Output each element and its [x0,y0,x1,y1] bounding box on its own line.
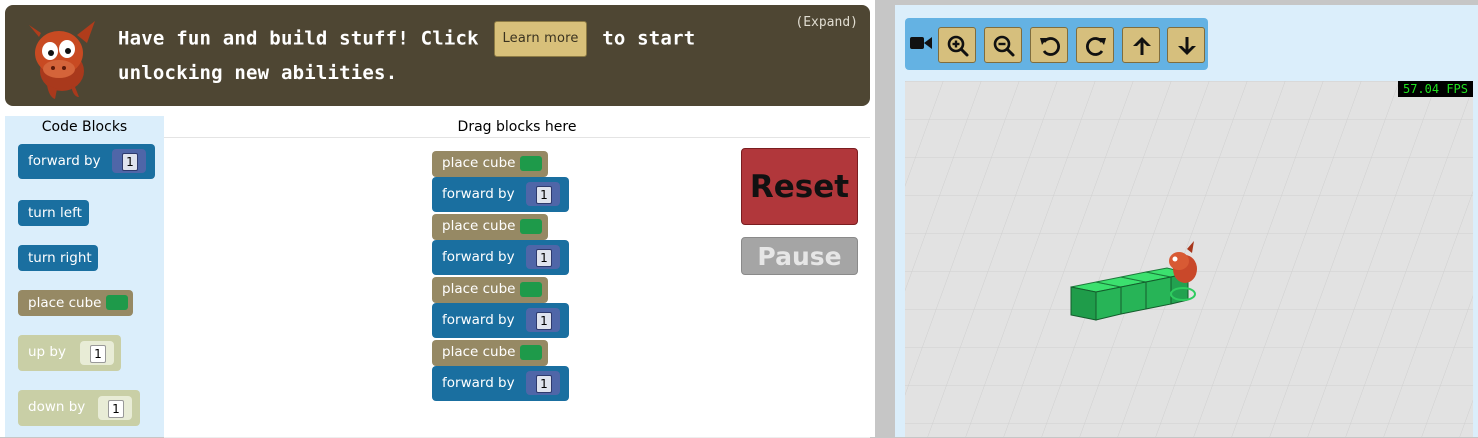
code-blocks-toolbox: Code Blocks forward by 1 turn left turn … [5,116,164,437]
zoom-in-icon [947,35,969,57]
program-forward-by-block[interactable]: forward by 1 [432,303,569,338]
fps-counter: 57.04 FPS [1397,81,1473,97]
tip-banner: Have fun and build stuff! Click Learn mo… [5,5,870,106]
arrow-down-icon [1178,37,1196,55]
scene-panel: 57.04 FPS [895,5,1478,437]
number-socket: 1 [526,371,560,395]
toolbox-turn-right-block[interactable]: turn right [18,245,98,271]
toolbox-down-by-block-disabled: down by 1 [18,390,140,426]
program-place-cube-block[interactable]: place cube [432,277,548,303]
number-input[interactable]: 1 [122,153,138,171]
number-input: 1 [90,345,106,363]
block-label: forward by [442,186,515,202]
move-down-button[interactable] [1167,27,1205,63]
arrow-up-icon [1133,37,1151,55]
rotate-left-icon [1040,37,1061,56]
zoom-in-button[interactable] [938,27,976,63]
number-socket: 1 [526,245,560,269]
number-socket: 1 [98,396,132,420]
rotate-left-button[interactable] [1030,27,1068,63]
number-socket: 1 [526,182,560,206]
cube-color-swatch[interactable] [520,282,542,297]
number-input[interactable]: 1 [536,249,552,267]
toolbox-turn-left-block[interactable]: turn left [18,200,89,226]
cube-row [1070,241,1197,321]
rotate-right-button[interactable] [1076,27,1114,63]
number-input: 1 [108,400,124,418]
number-socket: 1 [526,308,560,332]
banner-message: Have fun and build stuff! Click Learn mo… [118,21,808,89]
block-label: place cube [442,344,516,360]
number-input[interactable]: 1 [536,375,552,393]
banner-text-before: Have fun and build stuff! Click [118,27,479,50]
expand-link[interactable]: (Expand) [795,15,858,30]
learn-more-button[interactable]: Learn more [494,21,587,57]
program-forward-by-block[interactable]: forward by 1 [432,177,569,212]
toolbox-title: Code Blocks [41,119,128,135]
program-forward-by-block[interactable]: forward by 1 [432,366,569,401]
cube-color-swatch[interactable] [520,345,542,360]
cube-color-swatch[interactable] [106,295,128,310]
block-label: place cube [442,281,516,297]
block-label: down by [28,399,86,415]
rotate-right-icon [1085,37,1106,56]
cube-color-swatch[interactable] [520,156,542,171]
number-input[interactable]: 1 [536,186,552,204]
block-label: forward by [442,312,515,328]
zoom-out-button[interactable] [984,27,1022,63]
zoom-out-icon [993,35,1015,57]
toolbox-up-by-block-disabled: up by 1 [18,335,121,371]
program-place-cube-block[interactable]: place cube [432,340,548,366]
video-camera-icon [910,37,932,49]
cube-color-swatch[interactable] [520,219,542,234]
block-label: forward by [28,153,101,169]
move-up-button[interactable] [1122,27,1160,63]
toolbox-forward-by-block[interactable]: forward by 1 [18,144,155,179]
block-label: turn right [28,250,92,266]
workspace-title: Drag blocks here [164,119,870,138]
block-label: place cube [442,218,516,234]
number-socket: 1 [112,149,146,173]
pause-button[interactable]: Pause [741,237,858,275]
number-socket: 1 [80,341,114,365]
block-label: place cube [28,295,102,311]
left-panel: Have fun and build stuff! Click Learn mo… [0,0,875,438]
program-place-cube-block[interactable]: place cube [432,151,548,177]
block-label: place cube [442,155,516,171]
block-label: forward by [442,249,515,265]
block-label: turn left [28,205,82,221]
camera-toolbar [905,18,1208,70]
program-forward-by-block[interactable]: forward by 1 [432,240,569,275]
reset-button[interactable]: Reset [741,148,858,225]
3d-viewport[interactable]: 57.04 FPS [905,81,1473,437]
number-input[interactable]: 1 [536,312,552,330]
block-label: forward by [442,375,515,391]
block-label: up by [28,344,66,360]
toolbox-place-cube-block[interactable]: place cube [18,290,133,316]
dragon-avatar [29,21,95,99]
program-place-cube-block[interactable]: place cube [432,214,548,240]
